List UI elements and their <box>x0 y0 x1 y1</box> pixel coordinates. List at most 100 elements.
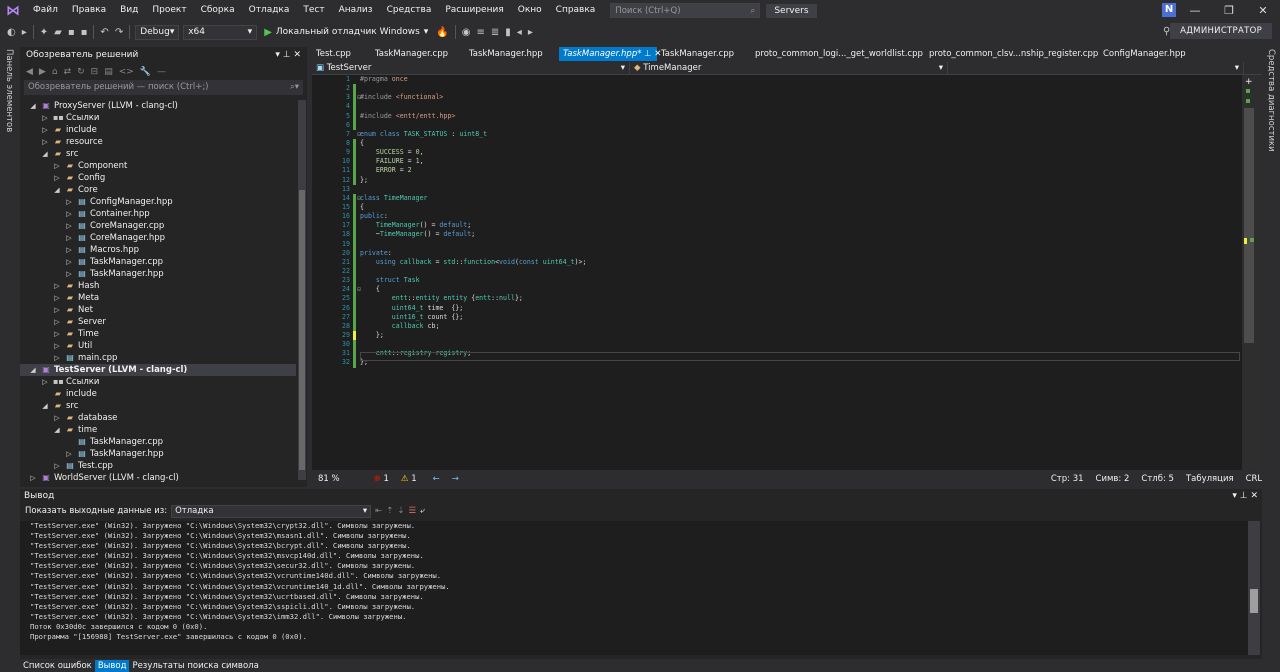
next-message-icon[interactable]: ⇣ <box>397 506 404 516</box>
menu-test[interactable]: Тест <box>296 0 331 21</box>
collapsed-arrow-icon[interactable]: ▷ <box>53 328 61 340</box>
project-scope-select[interactable]: ▣ TestServer ▾ <box>312 61 630 74</box>
code-line[interactable]: 15 { <box>312 202 1242 213</box>
minus-icon[interactable]: — <box>157 67 166 77</box>
code-line[interactable]: 19 <box>312 239 1242 249</box>
bookmark-next-icon[interactable]: ▸ <box>525 27 536 38</box>
quick-search-input[interactable]: Поиск (Ctrl+Q) ⌕ <box>610 3 761 18</box>
editor-tab[interactable]: proto_common_logi..._get_worldlist.cpp <box>751 47 925 61</box>
code-line[interactable]: 18 ~TimeManager() = default; <box>312 230 1242 240</box>
show-all-files-icon[interactable]: ▤ <box>104 67 113 77</box>
editor-scrollbar-thumb[interactable] <box>1244 108 1254 343</box>
open-folder-icon[interactable]: ▰ <box>51 27 65 38</box>
tabs-indicator[interactable]: Табуляция <box>1180 474 1240 484</box>
tree-item[interactable]: ▷ ▰ Util <box>20 340 296 352</box>
type-scope-select[interactable]: ◆ TimeManager ▾ <box>630 61 948 74</box>
expanded-arrow-icon[interactable]: ◢ <box>53 424 61 436</box>
tree-item[interactable]: ▷ ▰ include <box>20 124 296 136</box>
collapsed-arrow-icon[interactable]: ▷ <box>65 208 73 220</box>
menu-debug[interactable]: Отладка <box>242 0 297 21</box>
collapsed-arrow-icon[interactable]: ▷ <box>65 268 73 280</box>
redo-icon[interactable]: ↷ <box>112 27 126 38</box>
start-debugging-button[interactable]: ▶ Локальный отладчик Windows ▾ <box>259 27 433 38</box>
code-line[interactable]: 2 <box>312 84 1242 94</box>
tree-item[interactable]: ▷ ▪▪ Ссылки <box>20 376 296 388</box>
editor-tab[interactable]: TaskManager.hpp <box>465 47 559 61</box>
tree-item[interactable]: ▷ ▤ CoreManager.cpp <box>20 220 296 232</box>
prev-message-icon[interactable]: ⇡ <box>386 506 393 516</box>
back-icon[interactable]: ◀ <box>26 67 33 77</box>
configuration-select[interactable]: Debug ▾ <box>135 24 180 40</box>
expanded-arrow-icon[interactable]: ◢ <box>53 184 61 196</box>
collapsed-arrow-icon[interactable]: ▷ <box>65 220 73 232</box>
switch-views-icon[interactable]: ⇄ <box>64 67 72 77</box>
menu-edit[interactable]: Правка <box>65 0 113 21</box>
code-line[interactable]: 29 }; <box>312 330 1242 341</box>
collapsed-arrow-icon[interactable]: ▷ <box>65 244 73 256</box>
tree-item[interactable]: ▷ ▤ main.cpp <box>20 352 296 364</box>
tree-item[interactable]: ▷ ▤ TaskManager.hpp <box>20 448 296 460</box>
diagnostics-label[interactable]: Средства диагностики <box>1266 49 1276 152</box>
minimize-icon[interactable]: — <box>1178 0 1212 21</box>
editor-scrollbar[interactable]: + <box>1242 75 1260 470</box>
toolbox-strip[interactable]: Панель элементов <box>0 43 20 660</box>
editor-tab[interactable]: TaskManager.hpp* ⊥ ✕ <box>559 47 661 61</box>
code-line[interactable]: 27 uint16_t count {}; <box>312 312 1242 322</box>
char-indicator[interactable]: Симв: 2 <box>1090 474 1136 484</box>
error-count[interactable]: ⊗ 1 <box>368 474 395 484</box>
code-line[interactable]: 14 ⊟ class TimeManager <box>312 193 1242 203</box>
save-all-icon[interactable]: ▪ <box>78 27 91 38</box>
menu-project[interactable]: Проект <box>145 0 193 21</box>
save-icon[interactable]: ▪ <box>65 27 78 38</box>
menu-tools[interactable]: Средства <box>380 0 439 21</box>
code-line[interactable]: 8{ <box>312 138 1242 149</box>
collapsed-arrow-icon[interactable]: ▷ <box>29 472 37 484</box>
solution-scrollbar-thumb[interactable] <box>299 190 305 470</box>
output-scrollbar-thumb[interactable] <box>1250 589 1258 613</box>
screenshot-icon[interactable]: ◉ <box>459 27 474 38</box>
output-scrollbar[interactable] <box>1248 521 1260 655</box>
tree-item[interactable]: ▷ ▪▪ Ссылки <box>20 112 296 124</box>
line-indicator[interactable]: Стр: 31 <box>1045 474 1090 484</box>
tree-item[interactable]: ▰ include <box>20 388 296 400</box>
menu-window[interactable]: Окно <box>511 0 549 21</box>
tree-item[interactable]: ▷ ▰ resource <box>20 136 296 148</box>
code-line[interactable]: 12}; <box>312 175 1242 185</box>
tree-item[interactable]: ◢ ▰ src <box>20 148 296 160</box>
comment-icon[interactable]: ≡ <box>473 27 487 38</box>
code-line[interactable]: 6 <box>312 120 1242 130</box>
properties-icon[interactable]: 🔧 <box>140 67 151 77</box>
code-line[interactable]: 9 SUCCESS = 0, <box>312 148 1242 158</box>
tree-item[interactable]: ▷ ▤ Test.cpp <box>20 460 296 472</box>
tree-item[interactable]: ▷ ▤ TaskManager.cpp <box>20 256 296 268</box>
tree-item[interactable]: ▷ ▰ Net <box>20 304 296 316</box>
new-item-icon[interactable]: ✦ <box>37 27 51 38</box>
code-line[interactable]: 23 struct Task <box>312 276 1242 286</box>
forward-icon[interactable]: ▶ <box>39 67 46 77</box>
tree-item[interactable]: ▷ ▤ TaskManager.hpp <box>20 268 296 280</box>
collapsed-arrow-icon[interactable]: ▷ <box>65 448 73 460</box>
collapsed-arrow-icon[interactable]: ▷ <box>53 316 61 328</box>
editor-tab[interactable]: TaskManager.cpp <box>371 47 465 61</box>
close-icon[interactable]: ✕ <box>293 50 301 60</box>
collapsed-arrow-icon[interactable]: ▷ <box>41 112 49 124</box>
menu-file[interactable]: Файл <box>26 0 65 21</box>
solution-scrollbar[interactable] <box>298 100 306 480</box>
editor-tab[interactable]: Test.cpp <box>312 47 371 61</box>
code-line[interactable]: 10 FAILURE = 1, <box>312 157 1242 167</box>
code-line[interactable]: 24 ⊟ { <box>312 285 1242 295</box>
bookmark-prev-icon[interactable]: ◂ <box>514 27 525 38</box>
collapsed-arrow-icon[interactable]: ▷ <box>65 232 73 244</box>
nav-back-icon[interactable]: ← <box>427 474 446 484</box>
collapsed-arrow-icon[interactable]: ▷ <box>53 304 61 316</box>
tree-item[interactable]: ▷ ▤ Container.hpp <box>20 208 296 220</box>
home-icon[interactable]: ⌂ <box>52 67 58 77</box>
code-line[interactable]: 4 <box>312 102 1242 112</box>
chevron-down-icon[interactable]: ▾ <box>275 50 282 60</box>
user-avatar[interactable]: N <box>1162 3 1176 17</box>
tree-item[interactable]: ▷ ▣ WorldServer (LLVM - clang-cl) <box>20 472 296 484</box>
code-line[interactable]: 1 #pragma once <box>312 75 1242 84</box>
tree-item[interactable]: ▤ TaskManager.cpp <box>20 436 296 448</box>
warning-count[interactable]: ⚠ 1 <box>395 474 423 484</box>
bottom-tab[interactable]: Вывод <box>94 660 130 672</box>
